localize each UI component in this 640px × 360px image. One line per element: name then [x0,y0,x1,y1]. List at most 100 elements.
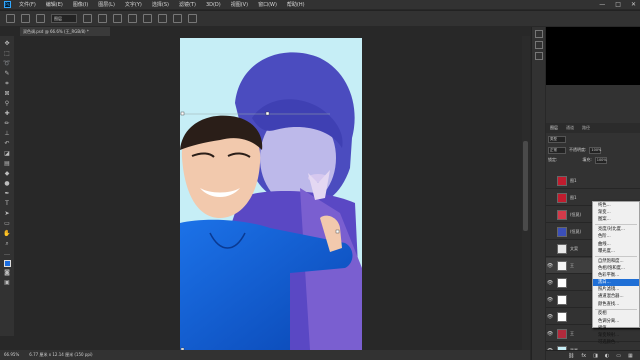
history-brush-icon[interactable]: ↶ [4,140,11,147]
gradient-tool-icon[interactable]: ▤ [4,160,11,167]
align-top-icon[interactable] [143,14,152,23]
fill-field[interactable]: 100% [594,156,607,164]
visibility-eye-icon[interactable]: 👁 [546,314,554,320]
canvas-vertical-scrollbar[interactable] [522,36,530,350]
menu-item-pattern[interactable]: 图案... [593,216,639,223]
menu-item-invert[interactable]: 反相 [593,310,639,317]
menu-item-vibrance[interactable]: 自然饱和度... [593,258,639,265]
align-center-icon[interactable] [113,14,122,23]
auto-select-mode-dropdown[interactable]: 图层 [51,14,77,23]
close-button[interactable]: ✕ [631,1,636,8]
menu-item-exposure[interactable]: 曝光度... [593,248,639,255]
screen-mode-icon[interactable]: ▣ [4,279,11,286]
stamp-tool-icon[interactable]: ⊥ [4,130,11,137]
new-layer-icon[interactable]: ▦ [628,353,633,359]
visibility-eye-icon[interactable]: 👁 [546,280,554,286]
visibility-eye-icon[interactable]: 👁 [546,297,554,303]
visibility-eye-icon[interactable]: 👁 [546,263,554,269]
visibility-eye-icon[interactable]: 👁 [546,331,554,337]
blur-tool-icon[interactable]: ◆ [4,170,11,177]
menu-item-threshold[interactable]: 阈值... [593,325,639,332]
opacity-field[interactable]: 100% [589,146,601,154]
zoom-tool-icon[interactable]: ⌕ [4,240,11,247]
menu-item-hue-saturation[interactable]: 色相/饱和度... [593,265,639,272]
menu-file[interactable]: 文件(F) [19,1,36,8]
hand-tool-icon[interactable]: ✋ [3,230,10,237]
menu-item-brightness-contrast[interactable]: 亮度/对比度... [593,226,639,233]
menu-item-black-white[interactable]: 黑白... [593,279,639,287]
layer-thumbnail [557,260,567,271]
menu-item-channel-mixer[interactable]: 通道混合器... [593,293,639,300]
healing-brush-icon[interactable]: ✚ [4,110,11,117]
menu-item-photo-filter[interactable]: 照片滤镜... [593,286,639,293]
document-canvas[interactable] [180,38,362,350]
auto-select-checkbox[interactable] [36,14,45,23]
foreground-color-swatch[interactable] [3,260,11,267]
history-panel-icon[interactable] [535,30,543,38]
tab-layers[interactable]: 图层 [550,123,558,133]
quick-select-tool-icon[interactable]: ✎ [4,70,11,77]
path-select-tool-icon[interactable]: ➤ [4,210,11,217]
pen-tool-icon[interactable]: ✒ [4,190,11,197]
menu-item-solid-color[interactable]: 纯色... [593,202,639,209]
move-tool-icon[interactable] [21,14,30,23]
tab-paths[interactable]: 路径 [582,123,590,133]
link-layers-icon[interactable]: ⛓ [568,353,574,359]
new-group-icon[interactable]: ▭ [616,353,621,359]
marquee-tool-icon[interactable]: ⬚ [4,50,11,57]
align-bottom-icon[interactable] [173,14,182,23]
menu-item-gradient[interactable]: 渐变... [593,209,639,216]
adjustment-layer-icon[interactable]: ◐ [605,353,609,359]
navigator-panel [546,27,640,85]
align-left-icon[interactable] [98,14,107,23]
menu-item-color-lookup[interactable]: 颜色查找... [593,301,639,308]
document-tab[interactable]: 双色调.psd @ 66.6% (王_RGB/8) * [20,27,110,36]
layer-thumbnail [557,243,567,254]
eraser-tool-icon[interactable]: ◪ [4,150,11,157]
maximize-button[interactable]: □ [615,1,621,8]
scrollbar-thumb[interactable] [523,141,528,231]
menu-edit[interactable]: 编辑(E) [46,1,63,8]
shape-tool-icon[interactable]: ▭ [4,220,11,227]
minimize-button[interactable]: — [599,1,605,8]
menu-select[interactable]: 选择(S) [152,1,169,8]
menu-type[interactable]: 文字(Y) [125,1,142,8]
menu-item-curves[interactable]: 曲线... [593,241,639,248]
menu-image[interactable]: 图像(I) [73,1,88,8]
menu-help[interactable]: 帮助(H) [287,1,305,8]
add-mask-icon[interactable]: ◨ [593,353,598,359]
brush-tool-icon[interactable]: ✏ [4,120,11,127]
more-tools-icon[interactable]: … [4,250,11,257]
menu-item-posterize[interactable]: 色调分离... [593,318,639,325]
align-right-icon[interactable] [128,14,137,23]
menu-filter[interactable]: 滤镜(T) [179,1,196,8]
menu-item-selective-color[interactable]: 可选颜色... [593,339,639,346]
blend-mode-dropdown[interactable]: 正常 [548,146,566,154]
zoom-level[interactable]: 66.95% [4,350,19,360]
lasso-tool-icon[interactable]: ➰ [3,60,10,67]
quick-mask-icon[interactable]: ◙ [4,269,11,276]
eyedropper-tool-icon[interactable]: ⚲ [4,100,11,107]
move-tool-icon[interactable]: ✥ [4,40,11,47]
tab-channels[interactable]: 通道 [566,123,574,133]
menu-item-gradient-map[interactable]: 渐变映射... [593,332,639,339]
menu-window[interactable]: 窗口(W) [258,1,277,8]
more-options-icon[interactable] [188,14,197,23]
menu-item-color-balance[interactable]: 色彩平衡... [593,272,639,279]
properties-panel-icon[interactable] [535,41,543,49]
frame-tool-icon[interactable]: ⊠ [4,90,11,97]
menu-3d[interactable]: 3D(D) [206,2,221,8]
align-middle-icon[interactable] [158,14,167,23]
type-tool-icon[interactable]: T [4,200,11,207]
menu-item-levels[interactable]: 色阶... [593,233,639,240]
dodge-tool-icon[interactable]: ● [4,180,11,187]
menu-view[interactable]: 视图(V) [231,1,248,8]
adjustments-panel-icon[interactable] [535,52,543,60]
home-icon[interactable] [6,14,15,23]
crop-tool-icon[interactable]: ⌗ [4,80,11,87]
menu-layer[interactable]: 图层(L) [98,1,115,8]
transform-controls-checkbox[interactable] [83,14,92,23]
layer-style-icon[interactable]: fx [581,353,586,359]
layer-kind-filter[interactable]: 类型 [548,135,566,143]
layer-row[interactable]: 图1 [546,173,640,189]
